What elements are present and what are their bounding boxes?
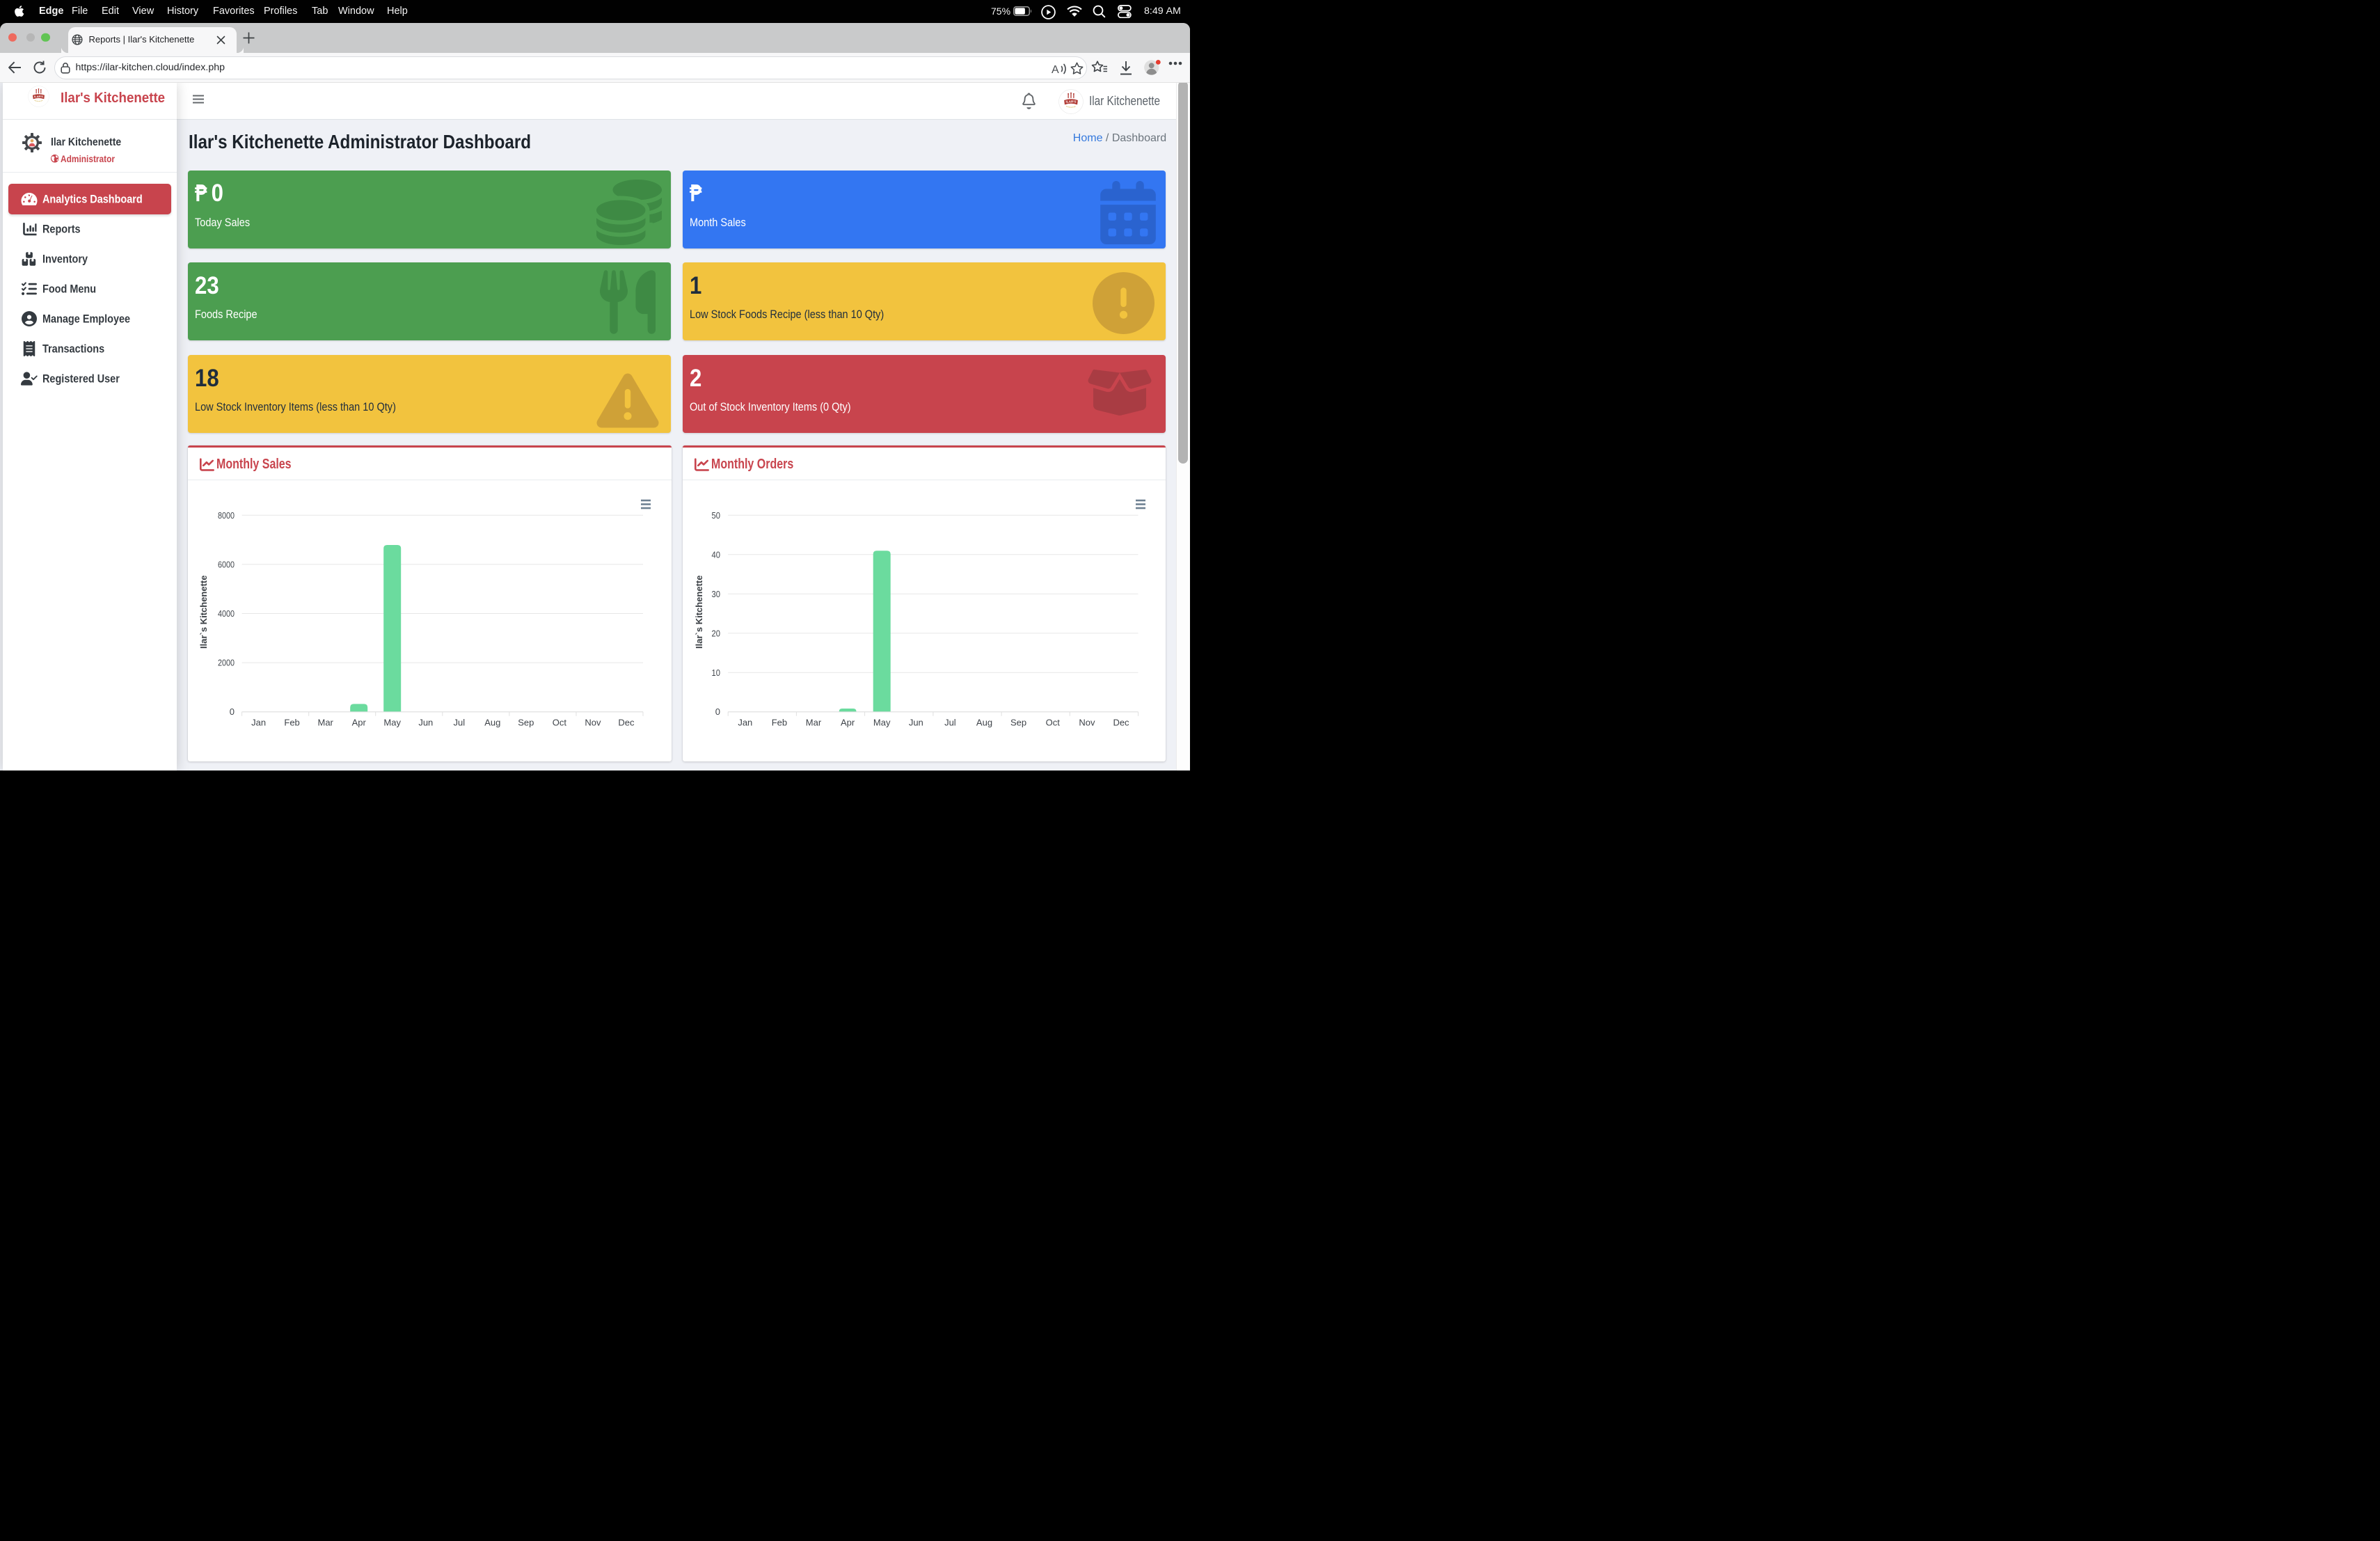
svg-text:Feb: Feb: [772, 718, 787, 728]
svg-text:8000: 8000: [218, 510, 235, 521]
svg-text:20: 20: [712, 628, 721, 638]
svg-text:Jul: Jul: [944, 718, 956, 728]
svg-text:Oct: Oct: [553, 718, 567, 728]
svg-text:Jan: Jan: [251, 718, 266, 728]
svg-text:Jul: Jul: [453, 718, 465, 728]
svg-text:Jun: Jun: [909, 718, 923, 728]
svg-text:0: 0: [230, 706, 235, 717]
svg-text:Nov: Nov: [585, 718, 601, 728]
svg-text:Jun: Jun: [418, 718, 433, 728]
svg-text:Oct: Oct: [1046, 718, 1061, 728]
svg-text:Dec: Dec: [618, 718, 635, 728]
svg-text:ILAR'S: ILAR'S: [1066, 100, 1077, 103]
svg-text:ILAR'S: ILAR'S: [34, 94, 43, 97]
svg-text:50: 50: [712, 510, 721, 521]
svg-text:Aug: Aug: [484, 718, 500, 728]
svg-text:Feb: Feb: [284, 718, 299, 728]
svg-text:Ilar`s Kitchenette: Ilar`s Kitchenette: [694, 576, 704, 649]
svg-text:2000: 2000: [218, 658, 235, 668]
svg-text:4000: 4000: [218, 608, 235, 619]
svg-text:6000: 6000: [218, 559, 235, 569]
svg-text:Mar: Mar: [318, 718, 334, 728]
svg-text:May: May: [383, 718, 401, 728]
svg-text:Apr: Apr: [352, 718, 367, 728]
svg-text:Aug: Aug: [976, 718, 992, 728]
svg-text:Dec: Dec: [1113, 718, 1129, 728]
svg-text:10: 10: [712, 667, 721, 678]
svg-text:30: 30: [712, 589, 721, 599]
svg-text:40: 40: [712, 549, 721, 560]
svg-text:Ilar`s Kitchenette: Ilar`s Kitchenette: [198, 576, 209, 649]
svg-text:A: A: [1052, 64, 1059, 76]
svg-text:Sep: Sep: [518, 718, 534, 728]
svg-text:Mar: Mar: [806, 718, 822, 728]
svg-text:May: May: [873, 718, 891, 728]
svg-text:Apr: Apr: [841, 718, 855, 728]
svg-text:Nov: Nov: [1079, 718, 1095, 728]
svg-text:0: 0: [715, 706, 720, 717]
svg-text:Jan: Jan: [738, 718, 752, 728]
svg-text:Sep: Sep: [1010, 718, 1026, 728]
